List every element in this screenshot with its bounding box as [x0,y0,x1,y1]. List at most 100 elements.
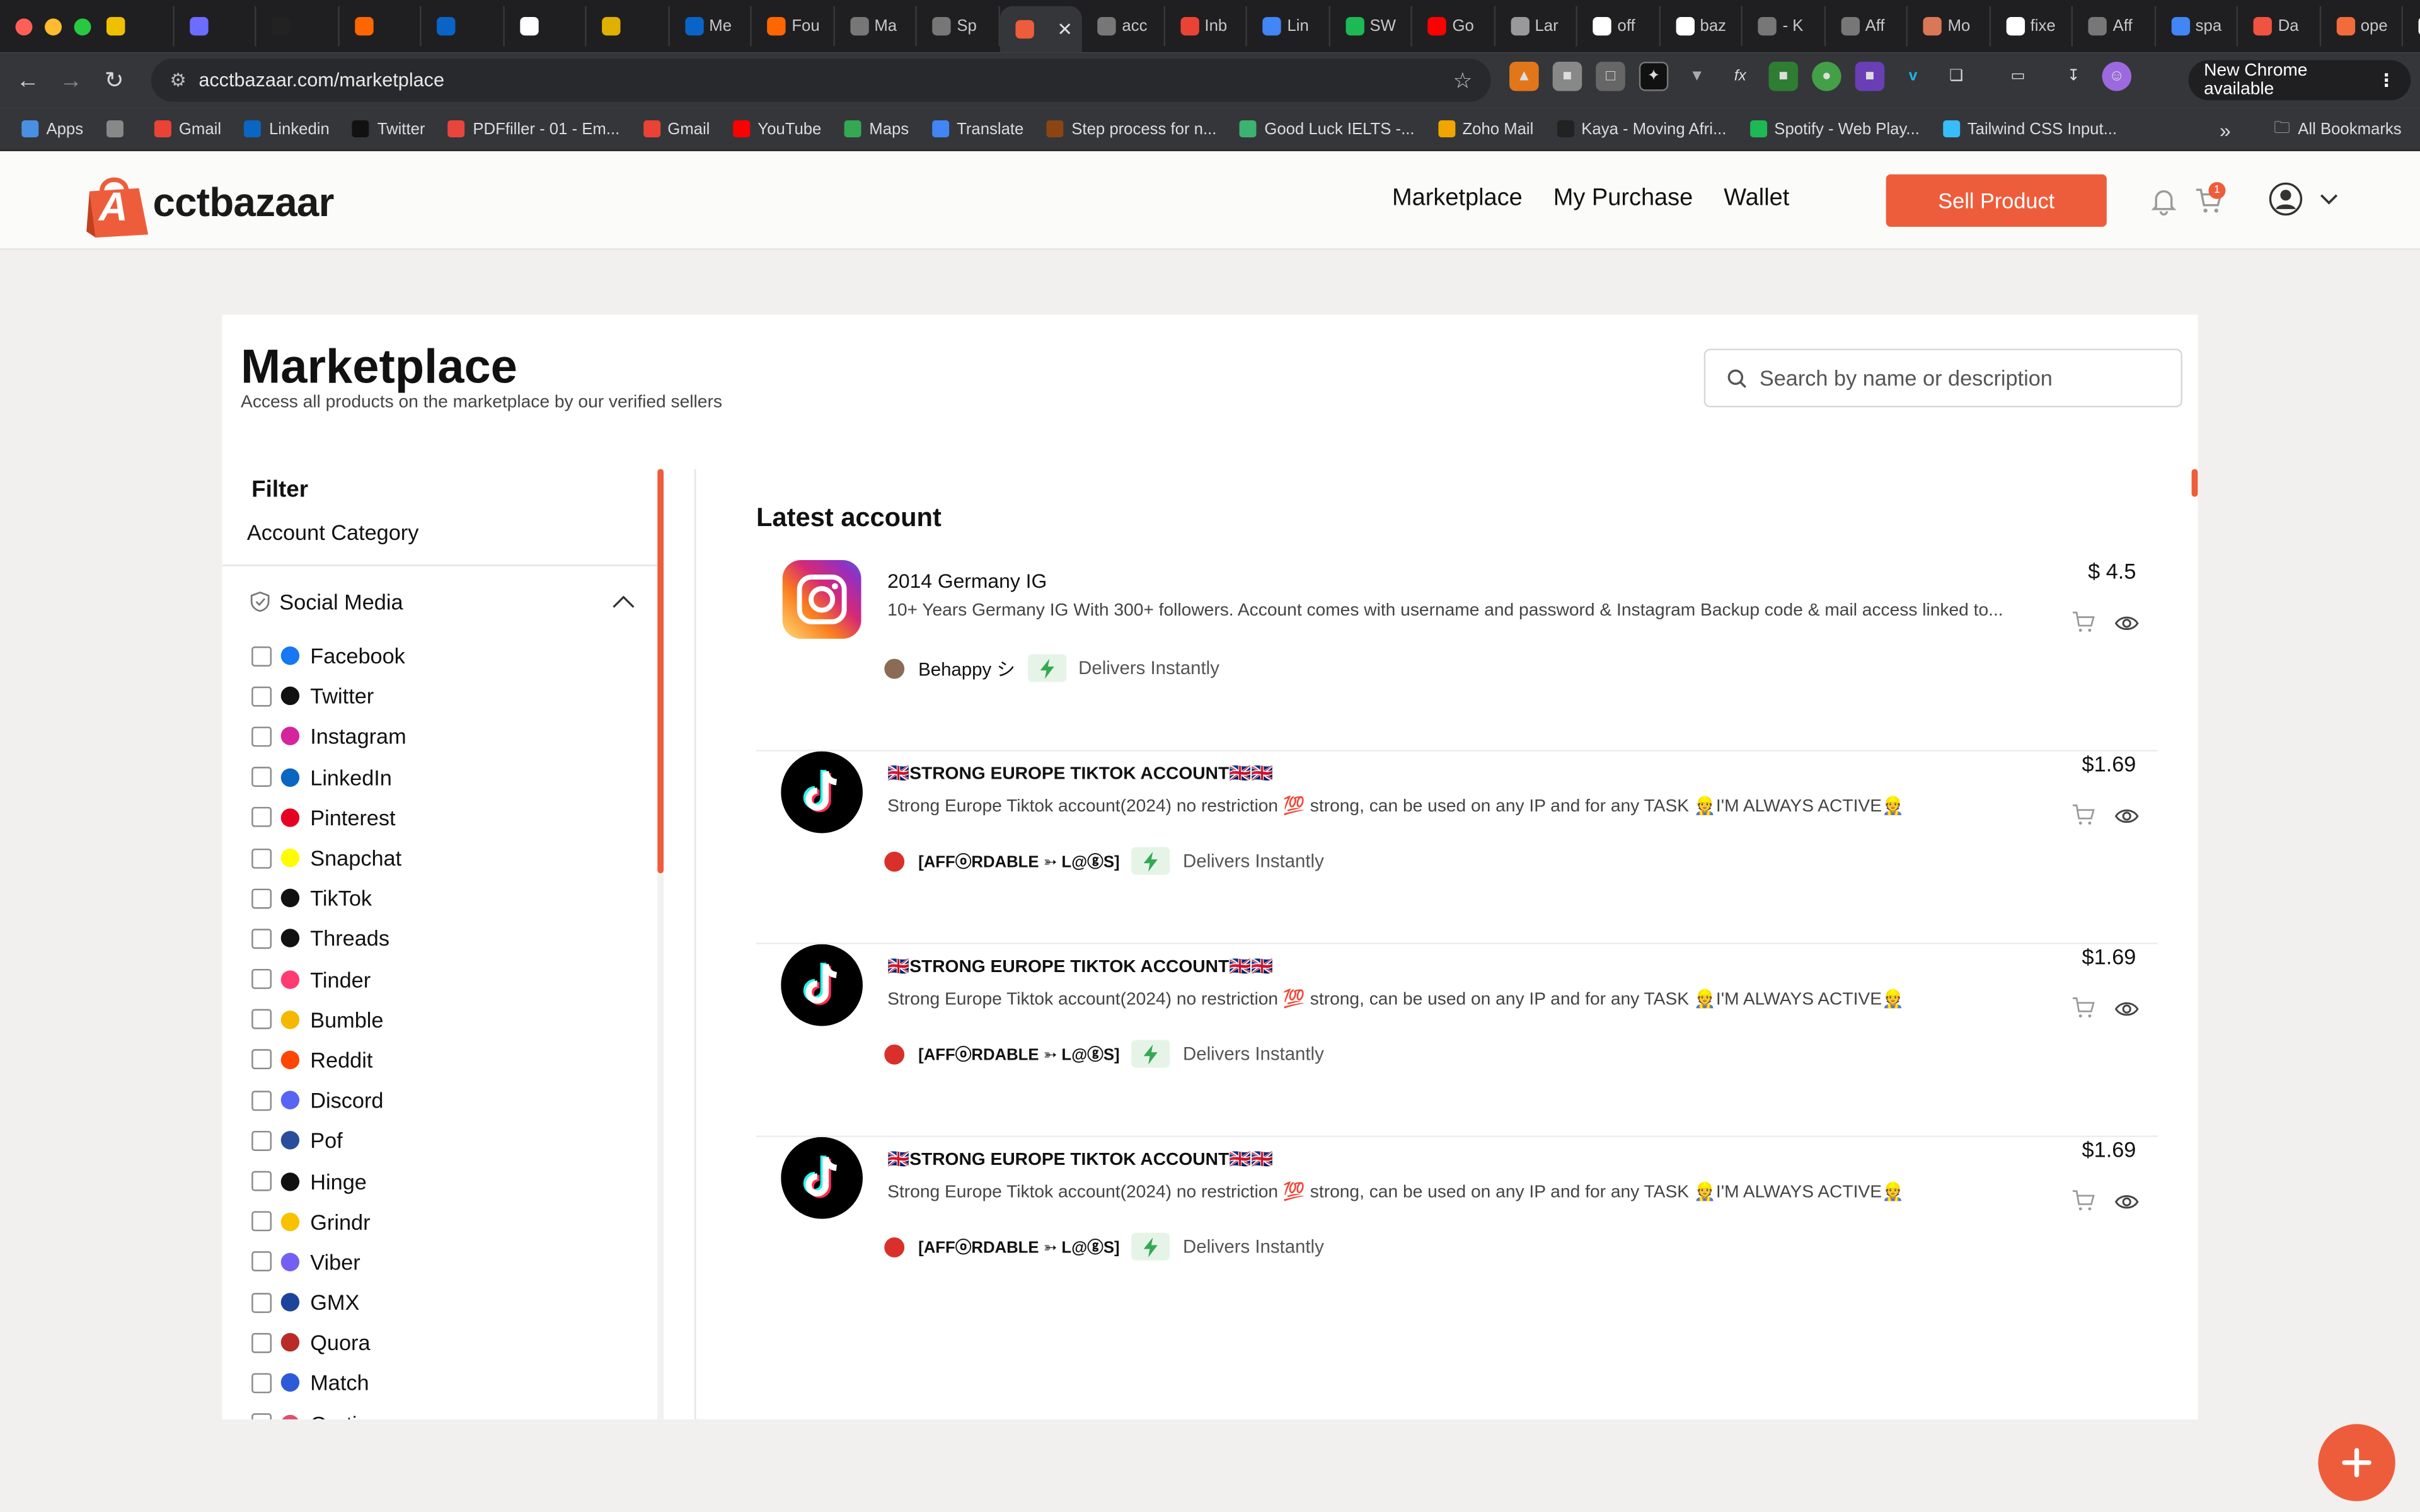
product-title[interactable]: 🇬🇧STRONG EUROPE TIKTOK ACCOUNT🇬🇧🇬🇧 [887,1148,1273,1169]
profile-icon[interactable]: ☺ [2102,61,2132,91]
browser-tab[interactable]: acc [1082,6,1165,47]
bookmark-item[interactable]: Tailwind CSS Input... [1942,120,2117,138]
bookmark-item[interactable]: Linkedin [244,120,330,138]
category-checkbox[interactable] [251,1211,272,1232]
browser-tab[interactable] [339,6,422,47]
product-item[interactable]: 🇬🇧STRONG EUROPE TIKTOK ACCOUNT🇬🇧🇬🇧 Strong… [756,1137,2158,1330]
category-option[interactable]: Discord [251,1080,406,1120]
browser-tab[interactable] [422,6,504,47]
fx-extension-icon[interactable]: fx [1726,62,1755,91]
user-avatar-icon[interactable] [2269,182,2303,216]
category-checkbox[interactable] [251,767,272,788]
browser-tab[interactable]: Lin [1247,6,1330,47]
notification-bell-icon[interactable] [2148,185,2179,216]
search-box[interactable] [1703,348,2182,408]
category-option[interactable]: Snapchat [251,838,406,878]
category-option[interactable]: Tinder [251,959,406,999]
product-title[interactable]: 🇬🇧STRONG EUROPE TIKTOK ACCOUNT🇬🇧🇬🇧 [887,955,1273,976]
vue-extension-icon[interactable]: ▼ [1682,62,1712,91]
product-title[interactable]: 2014 Germany IG [887,570,1047,593]
category-option[interactable]: Match [251,1363,406,1403]
filter-scrollbar[interactable] [657,469,664,874]
account-menu-chevron-icon[interactable] [2318,188,2339,210]
browser-tab[interactable]: - K [1743,6,1825,47]
bookmark-item[interactable]: Good Luck IELTS -... [1240,120,1415,138]
seller-name[interactable]: Behappy シ [918,655,1015,682]
seller-name[interactable]: [AFFⓞRDABLE ➳ L@ⓖS] [918,1042,1119,1065]
listing-scrollbar[interactable] [2191,469,2198,497]
forward-button[interactable]: → [49,67,93,94]
category-option[interactable]: Bumble [251,999,406,1040]
more-bookmarks-icon[interactable]: » [2220,118,2231,141]
category-checkbox[interactable] [251,1050,272,1070]
bookmark-item[interactable]: YouTube [733,120,821,138]
category-checkbox[interactable] [251,929,272,949]
category-checkbox[interactable] [251,1171,272,1191]
category-option[interactable]: Instagram [251,716,406,757]
category-checkbox[interactable] [251,1373,272,1394]
browser-tab[interactable]: Lar [1495,6,1577,47]
extensions-puzzle-icon[interactable]: ❏ [1942,62,1971,91]
bookmark-item[interactable]: Maps [844,120,909,138]
extension-icon[interactable]: □ [1596,61,1625,91]
minimize-window-button[interactable] [45,18,62,35]
acctbazaar-logo[interactable]: A cctbazaar [80,166,334,238]
browser-tab[interactable]: Ma [834,6,917,47]
category-checkbox[interactable] [251,646,272,666]
product-item[interactable]: 🇬🇧STRONG EUROPE TIKTOK ACCOUNT🇬🇧🇬🇧 Strong… [756,751,2158,944]
back-button[interactable]: ← [6,67,50,94]
seller-name[interactable]: [AFFⓞRDABLE ➳ L@ⓖS] [918,849,1119,873]
add-to-cart-icon[interactable] [2071,609,2096,634]
category-checkbox[interactable] [251,1130,272,1151]
category-checkbox[interactable] [251,1292,272,1313]
bookmark-item[interactable]: Zoho Mail [1438,120,1533,138]
category-checkbox[interactable] [251,888,272,908]
category-option[interactable]: Threads [251,919,406,959]
bookmark-star-icon[interactable]: ☆ [1453,67,1473,94]
browser-tab[interactable]: fixe [1990,6,2073,47]
product-item[interactable]: 🇬🇧STRONG EUROPE TIKTOK ACCOUNT🇬🇧🇬🇧 Strong… [756,944,2158,1137]
sell-product-button[interactable]: Sell Product [1886,174,2107,227]
category-option[interactable]: Pinterest [251,798,406,838]
new-chrome-available-button[interactable]: New Chrome available ⋮ [2188,60,2411,101]
category-checkbox[interactable] [251,1332,272,1353]
nav-my-purchase[interactable]: My Purchase [1553,185,1693,213]
category-checkbox[interactable] [251,1252,272,1272]
vimeo-extension-icon[interactable]: v [1898,62,1928,91]
extension-icon[interactable]: ✦ [1639,61,1669,91]
url-bar[interactable]: ⚙ acctbazaar.com/marketplace ☆ [151,59,1491,102]
browser-tab[interactable]: Fou [752,6,834,47]
category-checkbox[interactable] [251,1090,272,1111]
category-option[interactable]: Quora [251,1322,406,1363]
seller-name[interactable]: [AFFⓞRDABLE ➳ L@ⓖS] [918,1235,1119,1258]
browser-tab[interactable]: Da [2238,6,2321,47]
browser-tab[interactable]: baz [1660,6,1743,47]
browser-tab[interactable]: Go [1412,6,1495,47]
cast-icon[interactable]: ▭ [2003,62,2033,91]
category-checkbox[interactable] [251,807,272,828]
bookmark-item[interactable]: Gmail [643,120,710,138]
category-option[interactable]: Pof [251,1121,406,1161]
category-option[interactable]: Reddit [251,1040,406,1080]
category-checkbox[interactable] [251,686,272,707]
reload-button[interactable]: ↻ [93,66,136,94]
browser-tab[interactable]: ✕ [999,6,1082,53]
category-option[interactable]: GMX [251,1282,406,1322]
all-bookmarks-button[interactable]: 🗀 All Bookmarks [2274,116,2401,144]
bookmark-item[interactable]: Twitter [352,120,425,138]
browser-tab[interactable]: Me [669,6,752,47]
category-option[interactable]: Viber [251,1242,406,1282]
bookmark-item[interactable]: Step process for n... [1047,120,1216,138]
view-eye-icon[interactable] [2114,1191,2139,1213]
category-option[interactable]: Ourtime [251,1404,406,1420]
browser-tab[interactable]: Inb [1165,6,1247,47]
category-checkbox[interactable] [251,726,272,747]
browser-tab[interactable]: spa [2155,6,2238,47]
browser-tab[interactable] [174,6,256,47]
browser-tab[interactable] [587,6,669,47]
category-checkbox[interactable] [251,969,272,990]
browser-tab[interactable] [256,6,339,47]
category-option[interactable]: Facebook [251,636,406,676]
site-settings-icon[interactable]: ⚙ [170,69,186,91]
category-option[interactable]: LinkedIn [251,757,406,797]
